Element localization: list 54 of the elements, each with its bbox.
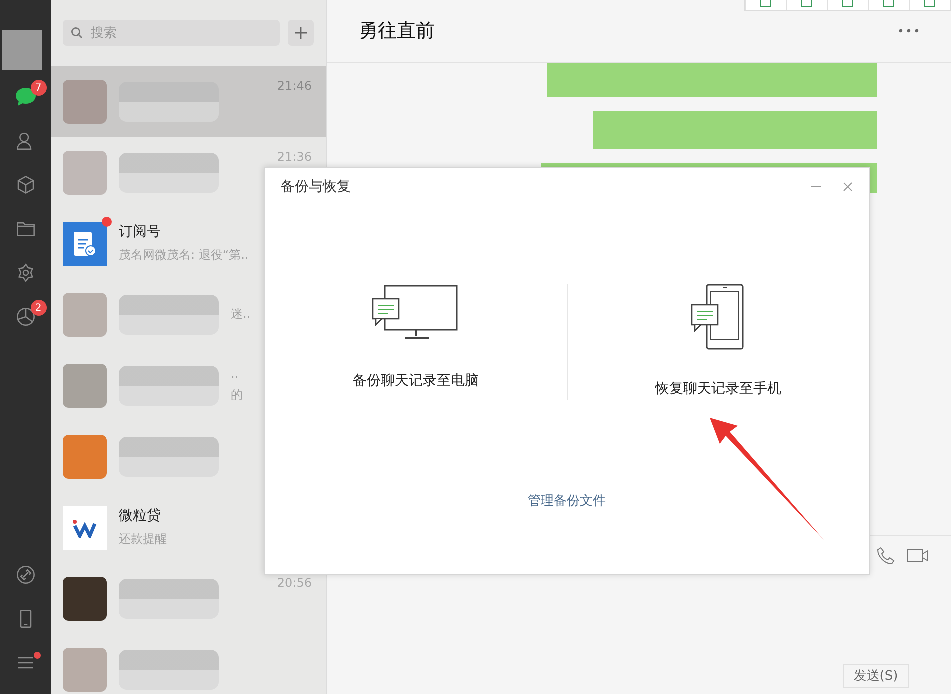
manage-backups-link[interactable]: 管理备份文件 <box>528 492 606 510</box>
plus-icon <box>294 26 308 40</box>
unread-badge: 2 <box>30 300 46 316</box>
w-logo-icon <box>63 506 107 550</box>
blurred-avatar <box>63 648 107 692</box>
option-label[interactable]: 恢复聊天记录至手机 <box>655 380 782 398</box>
chat-name: 微粒贷 <box>119 507 162 525</box>
unread-badge: 7 <box>30 80 46 96</box>
message-preview: 还款提醒 <box>119 531 168 548</box>
close-icon <box>843 182 853 192</box>
add-button[interactable] <box>288 20 314 46</box>
link-icon <box>16 565 36 585</box>
dialog-title: 备份与恢复 <box>281 178 351 196</box>
phone-chat-icon <box>690 284 746 350</box>
blurred-avatar <box>63 80 107 124</box>
option-label[interactable]: 备份聊天记录至电脑 <box>352 372 479 390</box>
nav-tab[interactable]: 2 <box>4 300 46 334</box>
chat-list-item[interactable]: 微粒贷 还款提醒 <box>51 492 326 563</box>
phone-call-icon[interactable] <box>877 547 895 565</box>
blurred-avatar <box>2 30 42 70</box>
message-preview: .. <box>231 367 240 381</box>
blurred-avatar <box>63 576 107 620</box>
send-button[interactable]: 发送(S) <box>843 664 909 688</box>
document-logo-icon <box>63 222 107 266</box>
chat-list-item[interactable]: 20:56 <box>51 563 326 634</box>
message-time: 20:56 <box>277 576 312 590</box>
chat-title: 勇往直前 <box>359 19 435 44</box>
blurred-avatar <box>63 364 107 408</box>
monitor-chat-icon <box>370 284 461 342</box>
message-preview: 迷.. <box>231 306 251 323</box>
chat-list-item[interactable]: 21:46 <box>51 66 326 137</box>
toolbar-icon <box>760 0 772 8</box>
search-field[interactable]: 搜索 <box>63 20 280 46</box>
toolbar-icon <box>924 0 936 8</box>
toolbar-icon <box>883 0 895 8</box>
message-time: 21:46 <box>277 79 312 93</box>
search-input[interactable]: 搜索 <box>89 24 233 42</box>
more-icon[interactable] <box>899 29 919 33</box>
blurred-avatar <box>63 150 107 194</box>
message-preview: 茂名网微茂名: 退役“第.. <box>119 247 250 264</box>
close-button[interactable] <box>843 182 853 192</box>
chat-list-item[interactable]: 迷.. <box>51 279 326 350</box>
chat-name: 订阅号 <box>119 223 162 241</box>
nav-tab[interactable]: 7 <box>4 80 46 114</box>
chat-list-item[interactable]: 订阅号 茂名网微茂名: 退役“第.. <box>51 208 326 279</box>
chat-list-item[interactable]: .. 的 <box>51 350 326 421</box>
message-preview: 的 <box>231 387 243 404</box>
video-call-icon[interactable] <box>907 549 929 563</box>
toolbar-icon <box>801 0 813 8</box>
message-time: 21:36 <box>277 150 312 164</box>
blurred-avatar <box>63 434 107 478</box>
blurred-avatar <box>63 292 107 336</box>
search-icon <box>71 27 83 39</box>
toolbar-icon <box>842 0 854 8</box>
